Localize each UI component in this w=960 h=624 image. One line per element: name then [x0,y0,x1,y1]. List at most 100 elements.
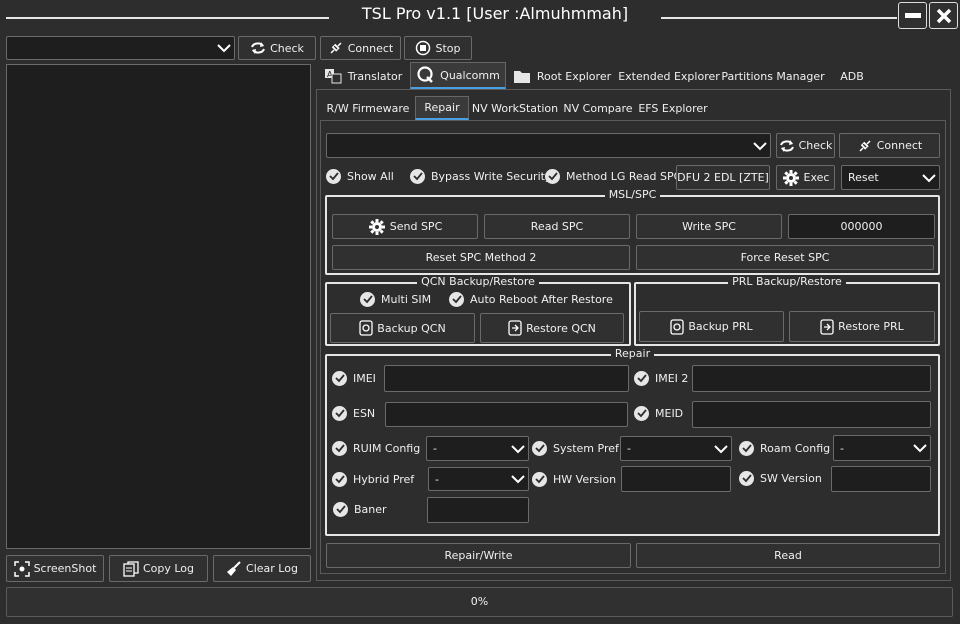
spc-code-field[interactable]: 000000 [788,214,935,239]
chevron-down-icon [714,444,728,453]
close-button[interactable] [929,2,958,29]
hw-version-field[interactable] [621,466,731,492]
auto-reboot-checkbox[interactable]: Auto Reboot After Restore [449,292,613,307]
ruim-config-select[interactable]: - [426,436,529,461]
sw-version-field[interactable] [831,466,931,492]
restore-prl-button[interactable]: Restore PRL [789,311,935,342]
check-icon [332,371,347,386]
folder-icon [513,70,530,83]
imei2-checkbox[interactable]: IMEI 2 [634,371,688,386]
force-reset-spc-label: Force Reset SPC [740,251,830,264]
system-pref-value: - [627,442,631,455]
meid-label: MEID [655,407,684,420]
port-select[interactable] [326,133,771,158]
check-icon [545,169,560,184]
hybrid-pref-select[interactable]: - [428,467,529,491]
system-pref-select[interactable]: - [620,436,732,461]
ruim-config-checkbox[interactable]: RUIM Config [332,441,420,456]
baner-checkbox[interactable]: Baner [333,502,387,517]
hybrid-pref-label: Hybrid Pref [353,473,415,486]
copy-log-button[interactable]: Copy Log [109,555,208,582]
close-icon [936,8,951,23]
read-button[interactable]: Read [636,543,940,568]
imei-field[interactable] [384,365,629,392]
repair-write-label: Repair/Write [444,549,513,562]
subtab-nv-workstation[interactable]: NV WorkStation [471,97,559,120]
sw-version-checkbox[interactable]: SW Version [739,471,822,486]
roam-config-label: Roam Config [760,442,831,455]
exec-button[interactable]: Exec [776,165,835,190]
read-label: Read [774,549,802,562]
repair-write-button[interactable]: Repair/Write [326,543,631,568]
chevron-down-icon [511,475,525,484]
reset-spc-method2-button[interactable]: Reset SPC Method 2 [332,245,630,270]
imei-checkbox[interactable]: IMEI [332,371,376,386]
chevron-down-icon [913,444,927,453]
title-line-right [661,17,897,19]
gear-icon [782,169,799,186]
dfu-edl-button[interactable]: DFU 2 EDL [ZTE] [676,165,770,190]
write-spc-label: Write SPC [682,220,736,233]
minimize-button[interactable] [898,2,927,29]
tab-extended-explorer[interactable]: Extended Explorer [618,64,720,88]
show-all-checkbox[interactable]: Show All [326,169,394,184]
roam-config-select[interactable]: - [833,435,931,461]
meid-checkbox[interactable]: MEID [634,406,683,421]
imei-label: IMEI [353,372,376,385]
connect-button[interactable]: Connect [320,36,401,60]
imei2-label: IMEI 2 [655,372,689,385]
qcn-title: QCN Backup/Restore [327,275,629,288]
stop-label: Stop [435,41,461,55]
repair-check-button[interactable]: Check [776,133,835,158]
read-spc-button[interactable]: Read SPC [484,214,630,239]
multi-sim-checkbox[interactable]: Multi SIM [360,292,431,307]
repair-title: Repair [327,347,938,360]
send-spc-button[interactable]: Send SPC [332,214,478,239]
tab-adb[interactable]: ADB [828,64,876,88]
esn-checkbox[interactable]: ESN [332,406,375,421]
subtab-rw-firmware[interactable]: R/W Firmeware [322,97,414,120]
subtab-repair[interactable]: Repair [415,96,469,120]
log-area[interactable] [6,64,311,549]
bypass-write-security-checkbox[interactable]: Bypass Write Security [410,169,551,184]
hw-version-checkbox[interactable]: HW Version [532,472,616,487]
stop-button[interactable]: Stop [404,36,472,60]
reset-select[interactable]: Reset [841,165,940,190]
device-select[interactable] [6,36,235,60]
ruim-config-label: RUIM Config [353,442,421,455]
subtab-efs-explorer[interactable]: EFS Explorer [636,97,710,120]
minimize-icon [904,12,921,18]
repair-connect-button[interactable]: Connect [839,133,940,158]
backup-prl-button[interactable]: Backup PRL [639,311,784,342]
hybrid-pref-checkbox[interactable]: Hybrid Pref [332,472,414,487]
check-icon [634,371,649,386]
screenshot-button[interactable]: ScreenShot [6,555,104,582]
force-reset-spc-button[interactable]: Force Reset SPC [636,245,934,270]
baner-field[interactable] [427,497,529,523]
restore-qcn-button[interactable]: Restore QCN [480,313,624,343]
ruim-config-value: - [433,442,437,455]
esn-field[interactable] [385,402,628,427]
copy-icon [123,560,139,577]
system-pref-checkbox[interactable]: System Pref [532,441,619,456]
backup-qcn-button[interactable]: Backup QCN [330,313,475,343]
roam-config-checkbox[interactable]: Roam Config [739,441,830,456]
tab-translator[interactable]: A Translator [318,64,408,88]
check-button[interactable]: Check [238,36,316,60]
plug-icon [859,139,871,152]
dfu-edl-label: DFU 2 EDL [ZTE] [677,171,769,184]
check-icon [634,406,649,421]
tab-root-explorer-label: Root Explorer [536,69,612,83]
subtab-nv-compare[interactable]: NV Compare [562,97,634,120]
tab-root-explorer[interactable]: Root Explorer [510,64,614,88]
tab-partitions-manager[interactable]: Partitions Manager [721,64,824,88]
method-lg-checkbox[interactable]: Method LG Read SPC [545,169,681,184]
prl-title-text: PRL Backup/Restore [728,275,846,288]
write-spc-button[interactable]: Write SPC [636,214,782,239]
system-pref-label: System Pref [553,442,619,455]
imei2-field[interactable] [692,365,931,392]
meid-field[interactable] [692,401,931,428]
clear-log-button[interactable]: Clear Log [213,555,311,582]
tab-qualcomm[interactable]: Qualcomm [410,62,506,89]
translate-icon: A [324,69,342,84]
